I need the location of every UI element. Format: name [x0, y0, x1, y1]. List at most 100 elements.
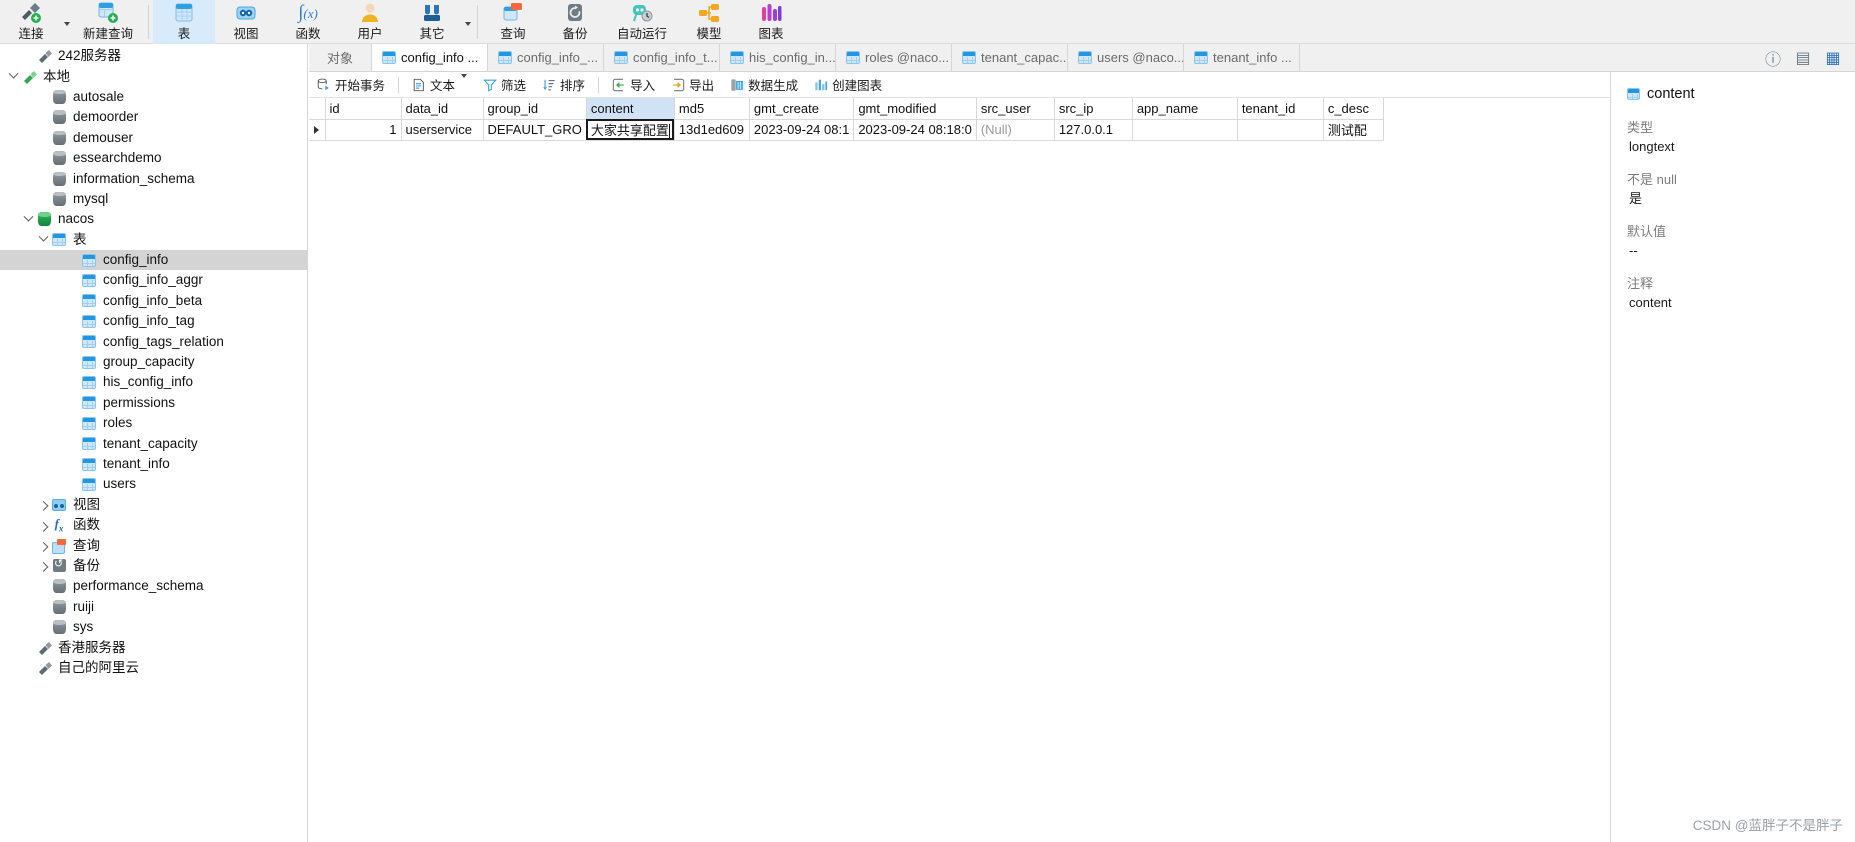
tree-node-users[interactable]: users: [0, 474, 307, 494]
tree-node-ruiji[interactable]: ruiji: [0, 597, 307, 617]
grid-column-header-src_user[interactable]: src_user: [976, 98, 1055, 120]
tree-node-mysql[interactable]: mysql: [0, 189, 307, 209]
grid-cell-src_ip[interactable]: 127.0.0.1: [1054, 119, 1133, 141]
tree-node-information_schema[interactable]: information_schema: [0, 168, 307, 188]
toolbar-button-connection[interactable]: 连接: [0, 0, 62, 44]
action-transaction[interactable]: 开始事务: [309, 73, 393, 97]
toolbar-button-chart[interactable]: 图表: [740, 0, 802, 44]
grid-cell-gmt_create[interactable]: 2023-09-24 08:1: [749, 119, 855, 141]
action-text[interactable]: 文本: [404, 73, 475, 97]
tab-7[interactable]: tenant_info ...: [1184, 44, 1301, 71]
grid-column-header-id[interactable]: id: [325, 98, 402, 120]
tree-node-视图[interactable]: 视图: [0, 495, 307, 515]
chevron-down-icon[interactable]: [6, 67, 20, 87]
chevron-down-icon[interactable]: [461, 73, 468, 92]
tree-node-roles[interactable]: roles: [0, 413, 307, 433]
toolbar-button-user[interactable]: 用户: [339, 0, 401, 44]
tree-node-demoorder[interactable]: demoorder: [0, 107, 307, 127]
grid-column-header-c_desc[interactable]: c_desc: [1323, 98, 1384, 120]
tree-node-本地[interactable]: 本地: [0, 66, 307, 86]
data-grid-container[interactable]: id data_id group_id content md5 gmt_create gmt…: [309, 98, 1610, 842]
action-data-generate[interactable]: 数据生成: [722, 73, 806, 97]
chevron-right-icon[interactable]: [36, 556, 50, 576]
tree-node-config_info_beta[interactable]: config_info_beta: [0, 291, 307, 311]
grid-cell-c_desc[interactable]: 测试配: [1323, 119, 1384, 141]
toolbar-button-view[interactable]: 视图: [215, 0, 277, 44]
toolbar-button-query[interactable]: 查询: [482, 0, 544, 44]
table-row[interactable]: 1 userservice DEFAULT_GRO 大家共享配置 13d1ed609 20…: [309, 119, 1384, 141]
grid-column-header-content[interactable]: content: [586, 98, 675, 120]
chevron-down-icon[interactable]: [62, 0, 72, 43]
chevron-right-icon[interactable]: [36, 536, 50, 556]
grid-cell-tenant_id[interactable]: [1237, 119, 1324, 141]
toolbar-button-other[interactable]: 其它: [401, 0, 463, 44]
grid-column-header-tenant_id[interactable]: tenant_id: [1237, 98, 1324, 120]
tree-node-备份[interactable]: 备份: [0, 556, 307, 576]
grid-view-icon[interactable]: ▦: [1823, 48, 1843, 68]
tree-node-config_info_tag[interactable]: config_info_tag: [0, 311, 307, 331]
tree-node-自己的阿里云[interactable]: 自己的阿里云: [0, 658, 307, 678]
chevron-right-icon[interactable]: [36, 495, 50, 515]
toolbar-button-automation[interactable]: 自动运行: [606, 0, 678, 44]
tree-node-group_capacity[interactable]: group_capacity: [0, 352, 307, 372]
grid-column-header-gmt_create[interactable]: gmt_create: [749, 98, 855, 120]
grid-cell-src_user[interactable]: (Null): [976, 119, 1055, 141]
grid-column-header-md5[interactable]: md5: [674, 98, 750, 120]
action-sort[interactable]: 排序: [534, 73, 593, 97]
tree-node-config_info_aggr[interactable]: config_info_aggr: [0, 270, 307, 290]
tree-node-nacos[interactable]: nacos: [0, 209, 307, 229]
tree-node-performance_schema[interactable]: performance_schema: [0, 576, 307, 596]
tree-node-242服务器[interactable]: 242服务器: [0, 46, 307, 66]
grid-column-header-group_id[interactable]: group_id: [483, 98, 587, 120]
form-view-icon[interactable]: ▤: [1793, 48, 1813, 68]
tab-2[interactable]: config_info_t...: [604, 44, 721, 71]
action-import[interactable]: 导入: [604, 73, 663, 97]
tab-objects[interactable]: 对象: [309, 44, 373, 71]
info-icon[interactable]: ⓘ: [1763, 48, 1783, 69]
grid-column-header-app_name[interactable]: app_name: [1132, 98, 1238, 120]
grid-cell-data_id[interactable]: userservice: [401, 119, 484, 141]
toolbar-button-new-query[interactable]: 新建查询: [72, 0, 144, 44]
tab-3[interactable]: his_config_in...: [720, 44, 837, 71]
chevron-down-icon[interactable]: [36, 230, 50, 250]
grid-cell-gmt_modified[interactable]: 2023-09-24 08:18:0: [853, 119, 977, 141]
tab-4[interactable]: roles @naco...: [836, 44, 953, 71]
tree-node-config_info[interactable]: config_info: [0, 249, 307, 271]
object-tree-sidebar[interactable]: 242服务器 本地 autosale demoorder demouser essearc…: [0, 44, 308, 842]
action-create-chart[interactable]: 创建图表: [806, 73, 890, 97]
tree-node-autosale[interactable]: autosale: [0, 87, 307, 107]
tab-1[interactable]: config_info_...: [488, 44, 605, 71]
toolbar-button-model[interactable]: 模型: [678, 0, 740, 44]
tree-node-tenant_capacity[interactable]: tenant_capacity: [0, 433, 307, 453]
grid-cell-content[interactable]: 大家共享配置: [586, 119, 675, 141]
tree-node-查询[interactable]: 查询: [0, 535, 307, 555]
toolbar-button-function[interactable]: ∫(x) 函数: [277, 0, 339, 44]
tree-node-香港服务器[interactable]: 香港服务器: [0, 637, 307, 657]
chevron-down-icon[interactable]: [463, 0, 473, 43]
action-filter[interactable]: 筛选: [475, 73, 534, 97]
tree-node-表[interactable]: 表: [0, 230, 307, 250]
toolbar-button-table[interactable]: 表: [153, 0, 215, 44]
action-export[interactable]: 导出: [663, 73, 722, 97]
tab-0[interactable]: config_info ...: [372, 44, 489, 71]
grid-column-header-gmt_modified[interactable]: gmt_modified: [853, 98, 977, 120]
tree-node-config_tags_relation[interactable]: config_tags_relation: [0, 331, 307, 351]
tree-node-demouser[interactable]: demouser: [0, 128, 307, 148]
grid-column-header-data_id[interactable]: data_id: [401, 98, 484, 120]
tab-5[interactable]: tenant_capac...: [952, 44, 1069, 71]
grid-column-header-src_ip[interactable]: src_ip: [1054, 98, 1133, 120]
toolbar-button-backup[interactable]: 备份: [544, 0, 606, 44]
grid-cell-app_name[interactable]: [1132, 119, 1238, 141]
tree-node-函数[interactable]: fx 函数: [0, 515, 307, 535]
tree-node-tenant_info[interactable]: tenant_info: [0, 454, 307, 474]
tree-node-essearchdemo[interactable]: essearchdemo: [0, 148, 307, 168]
grid-cell-md5[interactable]: 13d1ed609: [674, 119, 750, 141]
chevron-down-icon[interactable]: [21, 209, 35, 229]
tree-node-sys[interactable]: sys: [0, 617, 307, 637]
tree-node-his_config_info[interactable]: his_config_info: [0, 372, 307, 392]
tree-node-permissions[interactable]: permissions: [0, 393, 307, 413]
grid-cell-group_id[interactable]: DEFAULT_GRO: [483, 119, 587, 141]
grid-cell-id[interactable]: 1: [325, 119, 402, 141]
tab-6[interactable]: users @naco...: [1068, 44, 1185, 71]
chevron-right-icon[interactable]: [36, 515, 50, 535]
